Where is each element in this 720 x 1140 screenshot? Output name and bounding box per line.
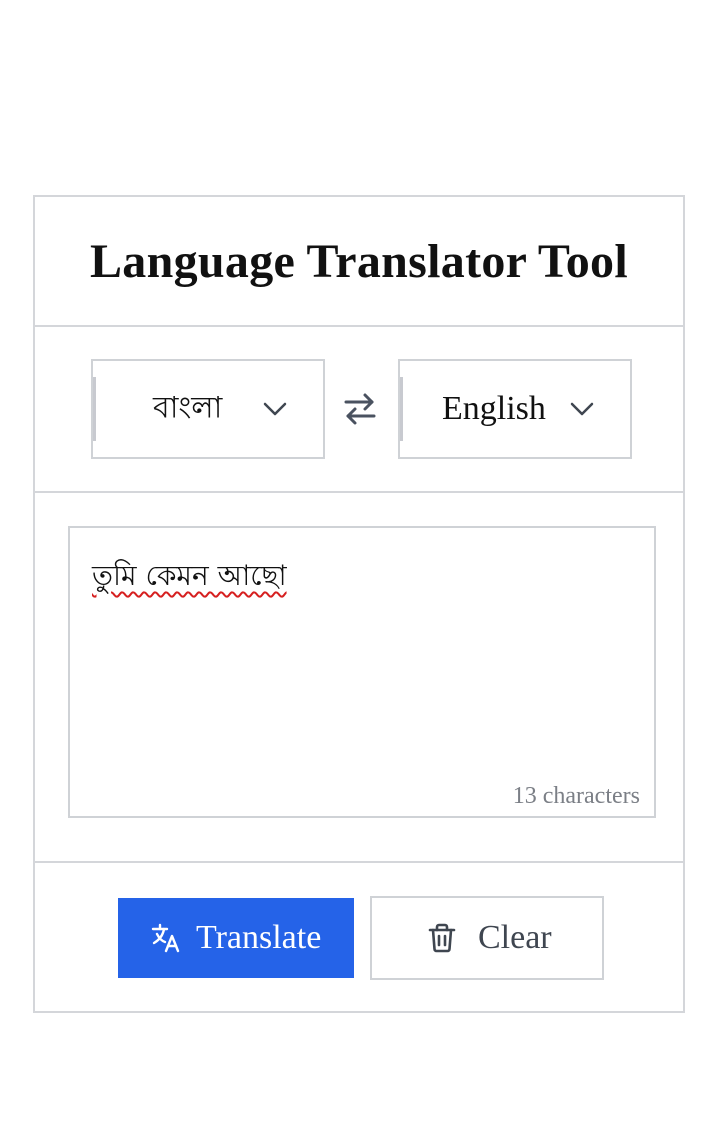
- target-language-label: English: [442, 390, 546, 427]
- language-selector-section: বাংলা English: [35, 327, 683, 493]
- source-language-select[interactable]: বাংলা: [91, 359, 325, 459]
- input-section: তুমি কেমন আছো 13 characters: [35, 493, 683, 863]
- target-language-select[interactable]: English: [398, 359, 632, 459]
- source-text-input[interactable]: তুমি কেমন আছো 13 characters: [68, 526, 656, 818]
- source-language-label: বাংলা: [153, 390, 223, 426]
- page-title: Language Translator Tool: [89, 234, 628, 288]
- clear-button[interactable]: Clear: [370, 896, 604, 980]
- translator-card: Language Translator Tool বাংলা English ত…: [33, 195, 685, 1013]
- translate-button[interactable]: Translate: [118, 898, 354, 978]
- character-count: 13 characters: [512, 783, 640, 809]
- swap-arrows-icon[interactable]: [342, 391, 378, 427]
- action-buttons-section: Translate Clear: [35, 863, 683, 1011]
- select-accent-bar: [93, 377, 96, 441]
- select-accent-bar: [400, 377, 403, 441]
- source-text-value: তুমি কেমন আছো: [92, 559, 287, 592]
- trash-icon: [428, 923, 456, 953]
- chevron-down-icon: [263, 402, 287, 416]
- title-section: Language Translator Tool: [35, 197, 683, 327]
- chevron-down-icon: [570, 402, 594, 416]
- clear-button-label: Clear: [478, 919, 552, 956]
- translate-icon: [151, 923, 180, 953]
- translate-button-label: Translate: [196, 919, 322, 956]
